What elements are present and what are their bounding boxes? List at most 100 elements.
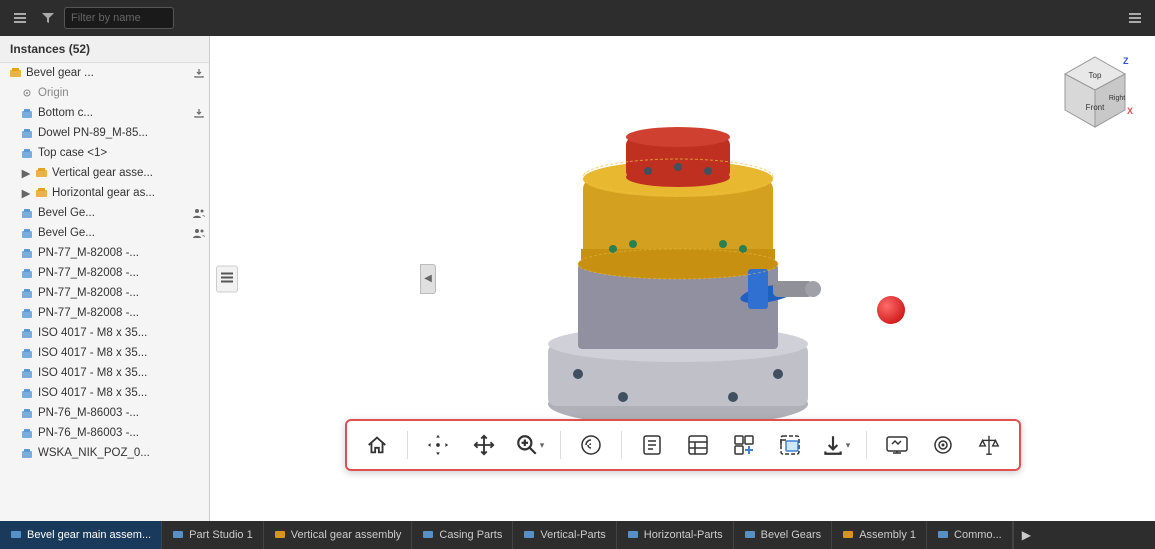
svg-text:Front: Front [1086,103,1105,112]
crop-button[interactable] [772,427,808,463]
list-button[interactable] [680,427,716,463]
tree-item-bevel-ge-1[interactable]: Bevel Ge... [0,203,209,223]
tree-item-label: Bevel gear ... [26,67,189,79]
tab-bevel-gears[interactable]: Bevel Gears [734,521,833,549]
tree-item-dowel[interactable]: Dowel PN-89_M-85... [0,123,209,143]
scale-button[interactable] [971,427,1007,463]
coil-button[interactable] [925,427,961,463]
part-icon [20,246,34,260]
assembly-icon [34,166,48,180]
tab-part-studio-1[interactable]: Part Studio 1 [162,521,264,549]
tree-item-pn77-1[interactable]: PN-77_M-82008 -... [0,243,209,263]
svg-text:Right: Right [1109,95,1125,102]
export-badge [193,107,205,119]
screen-button[interactable] [879,427,915,463]
tree-item-vertical-gear[interactable]: ▶ Vertical gear asse... [0,163,209,183]
tree-item-label: Top case <1> [38,147,205,159]
tree-item-pn76-2[interactable]: PN-76_M-86003 -... [0,423,209,443]
tree-item-pn77-2[interactable]: PN-77_M-82008 -... [0,263,209,283]
translate-button[interactable] [466,427,502,463]
part-icon [20,426,34,440]
part-icon [20,126,34,140]
part-icon [20,406,34,420]
svg-text:Top: Top [1089,71,1102,80]
tab-scroll-right[interactable]: ▶ [1013,521,1039,549]
bottom-tabs: Bevel gear main assem... Part Studio 1 V… [0,521,1155,549]
left-panel: Instances (52) Bevel gear ... Origin [0,36,210,521]
tree-item-label: ISO 4017 - M8 x 35... [38,347,205,359]
tab-bevel-gear-main[interactable]: Bevel gear main assem... [0,521,162,549]
tab-icon [422,528,434,543]
document-button[interactable] [634,427,670,463]
tree-item-label: Bevel Ge... [38,207,188,219]
separator [621,431,622,459]
tree-item-bottom-c[interactable]: Bottom c... [0,103,209,123]
viewport[interactable]: Top Front Right X Z ◀ [210,36,1155,521]
filter-input[interactable] [64,7,174,29]
link-button[interactable] [726,427,762,463]
tab-horizontal-parts[interactable]: Horizontal-Parts [617,521,734,549]
collapse-panel-button[interactable]: ◀ [420,264,436,294]
separator [407,431,408,459]
tab-label: Casing Parts [439,529,502,541]
tree-item-bevel-gear[interactable]: Bevel gear ... [0,63,209,83]
transform-button[interactable] [420,427,456,463]
tree-item-pn77-4[interactable]: PN-77_M-82008 -... [0,303,209,323]
people-badge [192,227,205,240]
tab-label: Vertical gear assembly [291,529,402,541]
origin-icon [20,86,34,100]
tree-item-bevel-ge-2[interactable]: Bevel Ge... [0,223,209,243]
separator [560,431,561,459]
tab-common[interactable]: Commo... [927,521,1013,549]
tab-vertical-parts[interactable]: Vertical-Parts [513,521,616,549]
tree-item-wska[interactable]: WSKA_NIK_POZ_0... [0,443,209,463]
download-button[interactable]: ▾ [818,427,854,463]
tree-item-origin[interactable]: Origin [0,83,209,103]
zoom-button[interactable]: ▾ [512,427,548,463]
bottom-toolbar: ▾ [345,419,1021,471]
red-sphere [877,296,905,324]
tree-item-iso-2[interactable]: ISO 4017 - M8 x 35... [0,343,209,363]
part-icon [20,306,34,320]
part-icon [20,286,34,300]
part-icon [20,366,34,380]
tree-item-pn77-3[interactable]: PN-77_M-82008 -... [0,283,209,303]
part-icon [20,206,34,220]
people-badge [192,207,205,220]
tree-item-label: ISO 4017 - M8 x 35... [38,367,205,379]
home-button[interactable] [359,427,395,463]
tab-icon [627,528,639,543]
tab-label: Vertical-Parts [540,529,605,541]
tab-label: Part Studio 1 [189,529,253,541]
tab-assembly-1[interactable]: Assembly 1 [832,521,927,549]
expand-arrow: ▶ [20,187,32,199]
tree-item-iso-4[interactable]: ISO 4017 - M8 x 35... [0,383,209,403]
tree-item-label: PN-77_M-82008 -... [38,287,205,299]
viewport-panel-toggle[interactable] [216,265,238,292]
tree-item-iso-1[interactable]: ISO 4017 - M8 x 35... [0,323,209,343]
tab-casing-parts[interactable]: Casing Parts [412,521,513,549]
tab-label: Bevel gear main assem... [27,529,151,541]
part-icon [20,226,34,240]
menu-icon[interactable] [8,6,32,30]
top-toolbar [0,0,1155,36]
instances-header: Instances (52) [0,36,209,63]
tab-vertical-gear-assembly[interactable]: Vertical gear assembly [264,521,413,549]
tab-label: Bevel Gears [761,529,822,541]
gear-svg [523,109,843,449]
chevron-right-icon: ▶ [1022,528,1031,542]
tab-label: Commo... [954,529,1002,541]
tree-item-label: Origin [38,87,205,99]
tree-item-top-case[interactable]: Top case <1> [0,143,209,163]
view-cube[interactable]: Top Front Right X Z [1055,52,1135,132]
tab-icon [172,528,184,543]
display-style-button[interactable] [573,427,609,463]
tree-item-iso-3[interactable]: ISO 4017 - M8 x 35... [0,363,209,383]
list-view-icon[interactable] [1123,6,1147,30]
tree-item-label: PN-76_M-86003 -... [38,407,205,419]
tab-icon [523,528,535,543]
tree-item-horizontal-gear[interactable]: ▶ Horizontal gear as... [0,183,209,203]
part-icon [20,146,34,160]
tree-item-pn76-1[interactable]: PN-76_M-86003 -... [0,403,209,423]
filter-icon[interactable] [36,6,60,30]
